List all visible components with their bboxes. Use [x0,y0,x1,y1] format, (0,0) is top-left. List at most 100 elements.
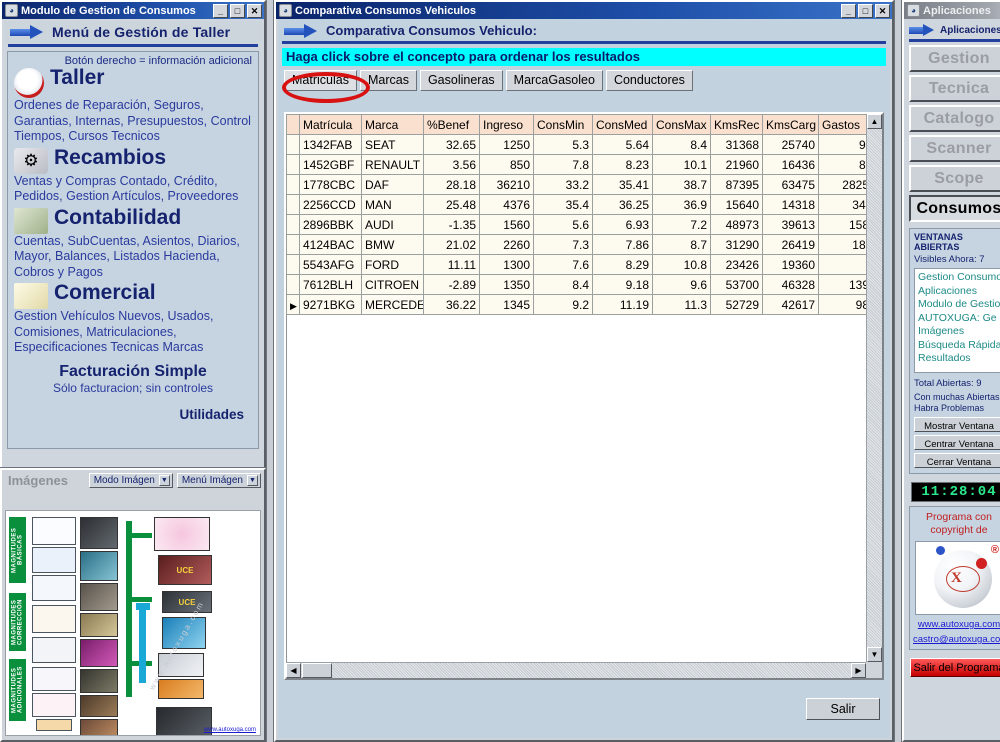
chevron-down-icon[interactable]: ▼ [247,474,258,486]
open-windows-list[interactable]: Gestion Consumos Aplicaciones Modulo de … [914,268,1000,373]
table-cell[interactable]: 7.8 [533,154,593,175]
column-header-benef[interactable]: %Benef [423,114,480,135]
table-cell[interactable]: 9.18 [592,274,653,295]
table-cell[interactable]: 21960 [710,154,763,175]
close-icon[interactable]: ✕ [875,3,890,18]
row-selector-cell[interactable] [286,134,300,155]
table-cell[interactable]: 2260 [479,234,534,255]
horizontal-scrollbar[interactable]: ◀ ▶ [286,662,866,678]
tab-matriculas[interactable]: Matriculas [284,70,357,91]
table-cell[interactable]: 2896BBK [299,214,362,235]
table-cell[interactable]: CITROEN [361,274,424,295]
table-cell[interactable]: 8.23 [592,154,653,175]
table-cell[interactable]: 35.4 [533,194,593,215]
list-item[interactable]: Búsqueda Rápida [918,339,1000,353]
table-cell[interactable]: 7.86 [592,234,653,255]
list-item[interactable]: AUTOXUGA: Ge [918,312,1000,326]
table-cell[interactable]: 31290 [710,234,763,255]
table-cell[interactable]: 32.65 [423,134,480,155]
table-cell[interactable]: RENAULT [361,154,424,175]
table-cell[interactable]: 15640 [710,194,763,215]
column-header-consmed[interactable]: ConsMed [592,114,653,135]
aplicaciones-titlebar[interactable]: ◕ Aplicaciones [904,2,1000,19]
table-cell[interactable]: 1250 [479,134,534,155]
row-selector-cell[interactable]: ▶ [286,294,300,315]
maximize-icon[interactable]: □ [230,3,245,18]
list-item[interactable]: Modulo de Gestion [918,298,1000,312]
table-cell[interactable]: 7.2 [652,214,711,235]
centrar-ventana-button[interactable]: Centrar Ventana [914,435,1000,450]
table-cell[interactable]: 7.3 [533,234,593,255]
table-cell[interactable]: 9.2 [533,294,593,315]
table-cell[interactable]: 5543AFG [299,254,362,275]
column-header-kmsrec[interactable]: KmsRec [710,114,763,135]
table-cell[interactable]: 3.56 [423,154,480,175]
menu-window-titlebar[interactable]: ◕ Modulo de Gestion de Consumos _ □ ✕ [2,2,264,19]
table-row[interactable]: 5543AFG FORD 11.11 1300 7.6 8.29 10.8 23426 1936… [286,254,882,275]
maximize-icon[interactable]: □ [858,3,873,18]
table-row[interactable]: 1778CBC DAF 28.18 36210 33.2 35.41 38.7 87395 63… [286,174,882,195]
table-cell[interactable]: 36210 [479,174,534,195]
table-cell[interactable]: 31368 [710,134,763,155]
vertical-scrollbar[interactable]: ▲ ▼ [866,114,882,662]
table-cell[interactable]: 48973 [710,214,763,235]
poster-footer-link[interactable]: www.autoxuga.com [204,727,256,733]
table-cell[interactable]: 1560 [479,214,534,235]
row-selector-cell[interactable] [286,154,300,175]
row-selector-cell[interactable] [286,174,300,195]
row-selector-cell[interactable] [286,214,300,235]
table-cell[interactable]: -2.89 [423,274,480,295]
table-row[interactable]: 1452GBF RENAULT 3.56 850 7.8 8.23 10.1 21960 164… [286,154,882,175]
scroll-down-icon[interactable]: ▼ [867,647,882,662]
table-cell[interactable]: 10.8 [652,254,711,275]
table-cell[interactable]: 33.2 [533,174,593,195]
table-cell[interactable]: 28.18 [423,174,480,195]
table-cell[interactable]: MERCEDES [361,294,424,315]
table-cell[interactable]: 6.93 [592,214,653,235]
minimize-icon[interactable]: _ [841,3,856,18]
table-row[interactable]: 1342FAB SEAT 32.65 1250 5.3 5.64 8.4 31368 25740… [286,134,882,155]
column-header-marca[interactable]: Marca [361,114,424,135]
column-header-kmscarg[interactable]: KmsCarg [762,114,819,135]
row-selector-cell[interactable] [286,194,300,215]
table-cell[interactable]: 36.22 [423,294,480,315]
table-cell[interactable]: 42617 [762,294,819,315]
list-item[interactable]: Gestion Consumos [918,271,1000,285]
table-cell[interactable]: AUDI [361,214,424,235]
table-cell[interactable]: 5.3 [533,134,593,155]
table-cell[interactable]: 1778CBC [299,174,362,195]
menu-section-contabilidad[interactable]: Contabilidad [14,206,252,234]
table-cell[interactable]: 21.02 [423,234,480,255]
table-row[interactable]: 2896BBK AUDI -1.35 1560 5.6 6.93 7.2 48973 39613… [286,214,882,235]
scroll-up-icon[interactable]: ▲ [867,114,882,129]
table-cell[interactable]: 4124BAC [299,234,362,255]
image-menu-combo[interactable]: Menú Imágen ▼ [176,472,261,488]
table-cell[interactable]: 11.11 [423,254,480,275]
salir-button[interactable]: Salir [806,698,880,720]
results-grid[interactable]: Matrícula Marca %Benef Ingreso ConsMin ConsMe… [284,112,884,680]
table-cell[interactable]: 36.9 [652,194,711,215]
table-cell[interactable]: 7612BLH [299,274,362,295]
column-header-consmin[interactable]: ConsMin [533,114,593,135]
scroll-left-icon[interactable]: ◀ [286,663,301,678]
hscroll-thumb[interactable] [302,663,332,678]
table-cell[interactable]: 11.3 [652,294,711,315]
app-button-consumos[interactable]: Consumos [909,195,1000,222]
table-cell[interactable]: FORD [361,254,424,275]
image-canvas[interactable]: MAGNITUDES BÁSICAS MAGNITUDES CORRECCIÓN… [5,510,261,736]
table-cell[interactable]: 1342FAB [299,134,362,155]
table-cell[interactable]: 8.29 [592,254,653,275]
table-cell[interactable]: 63475 [762,174,819,195]
menu-section-recambios[interactable]: ⚙ Recambios [14,146,252,174]
table-cell[interactable]: 53700 [710,274,763,295]
table-cell[interactable]: 9271BKG [299,294,362,315]
app-button-catalogo[interactable]: Catalogo [909,105,1000,132]
table-cell[interactable]: 39613 [762,214,819,235]
table-cell[interactable]: 25740 [762,134,819,155]
app-button-scanner[interactable]: Scanner [909,135,1000,162]
table-cell[interactable]: 5.64 [592,134,653,155]
table-cell[interactable]: 35.41 [592,174,653,195]
table-cell[interactable]: SEAT [361,134,424,155]
menu-section-taller[interactable]: Taller [14,66,252,98]
website-link[interactable]: www.autoxuga.com [913,619,1000,630]
